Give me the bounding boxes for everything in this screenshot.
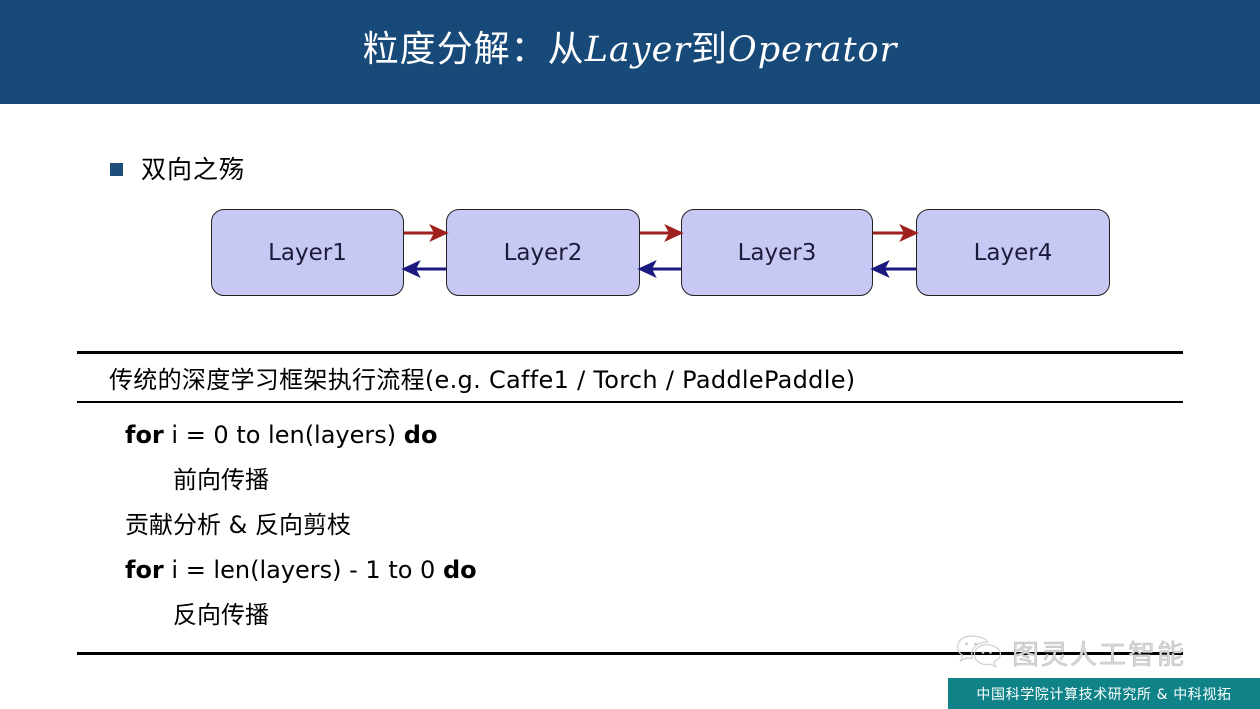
algorithm-caption: 传统的深度学习框架执行流程(e.g. Caffe1 / Torch / Padd… (109, 366, 856, 394)
algorithm-line: for i = 0 to len(layers) do (77, 413, 1183, 458)
watermark-text: 图灵人工智能 (1012, 639, 1186, 671)
layer-box-3: Layer3 (681, 209, 873, 296)
algorithm-keyword: do (403, 420, 438, 449)
title-latin-operator: Operator (728, 30, 898, 70)
layer-box-4: Layer4 (916, 209, 1110, 296)
layer-box-label: Layer2 (503, 239, 583, 266)
square-bullet-icon (110, 162, 123, 176)
title-middle: 到 (691, 29, 729, 70)
layer-box-1: Layer1 (211, 209, 404, 296)
algorithm-keyword: for (125, 420, 164, 449)
algorithm-body: for i = 0 to len(layers) do 前向传播贡献分析 & 反向… (77, 403, 1183, 652)
layer-box-label: Layer1 (268, 239, 347, 266)
slide-title-bar: 粒度分解：从Layer到Operator (0, 0, 1260, 104)
watermark: 图灵人工智能 (956, 628, 1256, 676)
page-title: 粒度分解：从Layer到Operator (0, 0, 1260, 104)
footer-text: 中国科学院计算技术研究所 & 中科视拓 (976, 686, 1232, 703)
bullet-label: 双向之殇 (141, 155, 246, 184)
layer-box-2: Layer2 (446, 209, 640, 296)
layer-box-label: Layer4 (973, 239, 1053, 266)
layer-box-label: Layer3 (737, 239, 817, 266)
algorithm-line: 贡献分析 & 反向剪枝 (77, 503, 1183, 548)
title-latin-layer: Layer (584, 30, 692, 70)
wechat-icon (956, 635, 1002, 669)
algorithm-line: 前向传播 (77, 458, 1183, 503)
algorithm-text: 前向传播 (173, 465, 269, 494)
algorithm-keyword: for (125, 555, 164, 584)
algorithm-line: for i = len(layers) - 1 to 0 do (77, 548, 1183, 593)
algorithm-text: i = len(layers) - 1 to 0 (163, 555, 443, 584)
algorithm-text: 贡献分析 & 反向剪枝 (125, 510, 351, 539)
footer-bar: 中国科学院计算技术研究所 & 中科视拓 (948, 678, 1260, 709)
title-prefix: 粒度分解：从 (362, 29, 585, 70)
algorithm-keyword: do (442, 555, 477, 584)
algorithm-text: 反向传播 (173, 600, 269, 629)
algorithm-text: i = 0 to len(layers) (163, 420, 404, 449)
bullet-row: 双向之殇 (110, 150, 245, 186)
algorithm-block: 传统的深度学习框架执行流程(e.g. Caffe1 / Torch / Padd… (77, 351, 1183, 655)
